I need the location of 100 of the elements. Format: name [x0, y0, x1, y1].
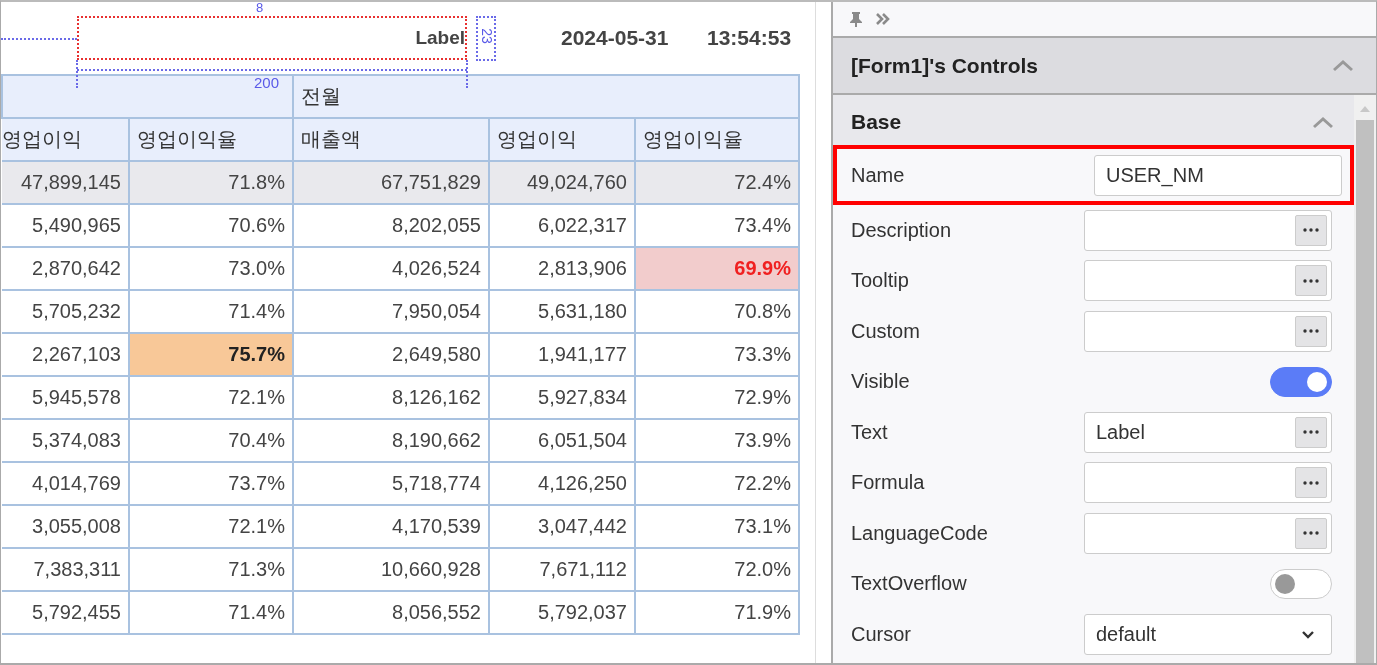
- table-cell: 8,202,055: [293, 204, 489, 247]
- property-label: Tooltip: [851, 269, 909, 293]
- field-value: default: [1096, 622, 1158, 646]
- panel-title: [Form1]'s Controls: [851, 53, 1038, 78]
- section-title: Base: [851, 110, 902, 134]
- table-cell: 5,374,083: [2, 419, 129, 462]
- table-cell: 72.0%: [635, 548, 800, 591]
- table-cell: 4,014,769: [2, 462, 129, 505]
- more-icon: [1302, 278, 1320, 283]
- scrollbar[interactable]: [1354, 95, 1376, 663]
- table-cell: 5,945,578: [2, 376, 129, 419]
- table-cell: 6,022,317: [489, 204, 635, 247]
- property-label: TextOverflow: [851, 572, 967, 596]
- toggle-switch[interactable]: [1270, 568, 1332, 599]
- more-icon: [1302, 228, 1320, 233]
- input-field[interactable]: [1084, 512, 1332, 554]
- table-cell: 72.1%: [129, 505, 293, 548]
- table-cell: 6,051,504: [489, 419, 635, 462]
- field-value: Label: [1096, 420, 1146, 444]
- table-cell: 1,941,177: [489, 333, 635, 376]
- column-header: 영업이익: [489, 118, 635, 161]
- table-cell: 3,055,008: [2, 505, 129, 548]
- table-cell: 3,047,442: [489, 505, 635, 548]
- property-label: LanguageCode: [851, 521, 988, 545]
- table-cell: 70.6%: [129, 204, 293, 247]
- table-cell: 71.8%: [129, 161, 293, 204]
- table-cell: 71.4%: [129, 591, 293, 634]
- property-label: Cursor: [851, 622, 911, 646]
- chevron-up-icon[interactable]: [1312, 115, 1334, 129]
- more-button[interactable]: [1295, 517, 1327, 549]
- property-label: Custom: [851, 319, 920, 343]
- table-cell: 73.0%: [129, 247, 293, 290]
- input-field[interactable]: [1084, 209, 1332, 251]
- input-field[interactable]: Label: [1084, 411, 1332, 453]
- field-value: USER_NM: [1106, 163, 1205, 187]
- property-label: Description: [851, 218, 952, 242]
- input-field[interactable]: [1084, 462, 1332, 504]
- table-cell: 5,792,455: [2, 591, 129, 634]
- table-cell: 71.9%: [635, 591, 800, 634]
- table-cell: 67,751,829: [293, 161, 489, 204]
- dimension-text: 200: [254, 74, 280, 91]
- table-cell: 72.2%: [635, 462, 800, 505]
- table-cell: 5,718,774: [293, 462, 489, 505]
- table-cell: 2,649,580: [293, 333, 489, 376]
- table-cell: 72.1%: [129, 376, 293, 419]
- more-icon: [1302, 329, 1320, 334]
- table-cell: 70.4%: [129, 419, 293, 462]
- table-cell: 73.4%: [635, 204, 800, 247]
- time-text: 13:54:53: [707, 26, 792, 50]
- property-label: Text: [851, 420, 888, 444]
- property-label: Formula: [851, 471, 925, 495]
- more-button[interactable]: [1295, 315, 1327, 347]
- table-cell: 73.7%: [129, 462, 293, 505]
- input-field[interactable]: USER_NM: [1094, 154, 1342, 196]
- table-cell: 10,660,928: [293, 548, 489, 591]
- table-cell: 4,170,539: [293, 505, 489, 548]
- table-cell: 2,267,103: [2, 333, 129, 376]
- chevron-up-icon[interactable]: [1332, 59, 1354, 72]
- table-cell: 4,026,524: [293, 247, 489, 290]
- table-cell: 49,024,760: [489, 161, 635, 204]
- table-cell: 5,490,965: [2, 204, 129, 247]
- more-button[interactable]: [1295, 467, 1327, 499]
- table-cell: 47,899,145: [2, 161, 129, 204]
- column-header: 영업이익율: [635, 118, 800, 161]
- table-cell: 70.8%: [635, 290, 800, 333]
- input-field[interactable]: [1084, 260, 1332, 302]
- input-field[interactable]: [1084, 310, 1332, 352]
- more-icon: [1302, 480, 1320, 485]
- table-cell: 7,383,311: [2, 548, 129, 591]
- pin-icon[interactable]: [849, 11, 863, 27]
- column-header: 영업이익: [2, 118, 129, 161]
- label-control[interactable]: Label: [77, 16, 467, 60]
- column-header: 매출액: [293, 118, 489, 161]
- table-cell: 5,927,834: [489, 376, 635, 419]
- dimension-text: 8: [256, 2, 264, 15]
- toggle-switch[interactable]: [1270, 366, 1332, 397]
- double-chevron-icon[interactable]: [875, 12, 891, 26]
- chevron-down-icon: [1301, 629, 1315, 639]
- dropdown[interactable]: default: [1084, 613, 1332, 655]
- table-cell: 71.4%: [129, 290, 293, 333]
- table-cell: 73.1%: [635, 505, 800, 548]
- dimension-text: 23: [478, 28, 495, 44]
- column-header: 영업이익율: [129, 118, 293, 161]
- table-cell: 72.9%: [635, 376, 800, 419]
- more-icon: [1302, 531, 1320, 536]
- more-button[interactable]: [1295, 416, 1327, 448]
- table-cell: 73.9%: [635, 419, 800, 462]
- table-cell: 72.4%: [635, 161, 800, 204]
- panel-header[interactable]: [Form1]'s Controls: [833, 38, 1376, 95]
- date-text: 2024-05-31: [561, 26, 669, 50]
- scrollbar-thumb[interactable]: [1356, 120, 1374, 663]
- table-cell: 5,631,180: [489, 290, 635, 333]
- table-cell: 75.7%: [129, 333, 293, 376]
- table-cell: 2,870,642: [2, 247, 129, 290]
- more-button[interactable]: [1295, 265, 1327, 297]
- property-label: Visible: [851, 370, 910, 394]
- table-cell: 71.3%: [129, 548, 293, 591]
- table-cell: 5,705,232: [2, 290, 129, 333]
- table-cell: 7,671,112: [489, 548, 635, 591]
- more-button[interactable]: [1295, 214, 1327, 246]
